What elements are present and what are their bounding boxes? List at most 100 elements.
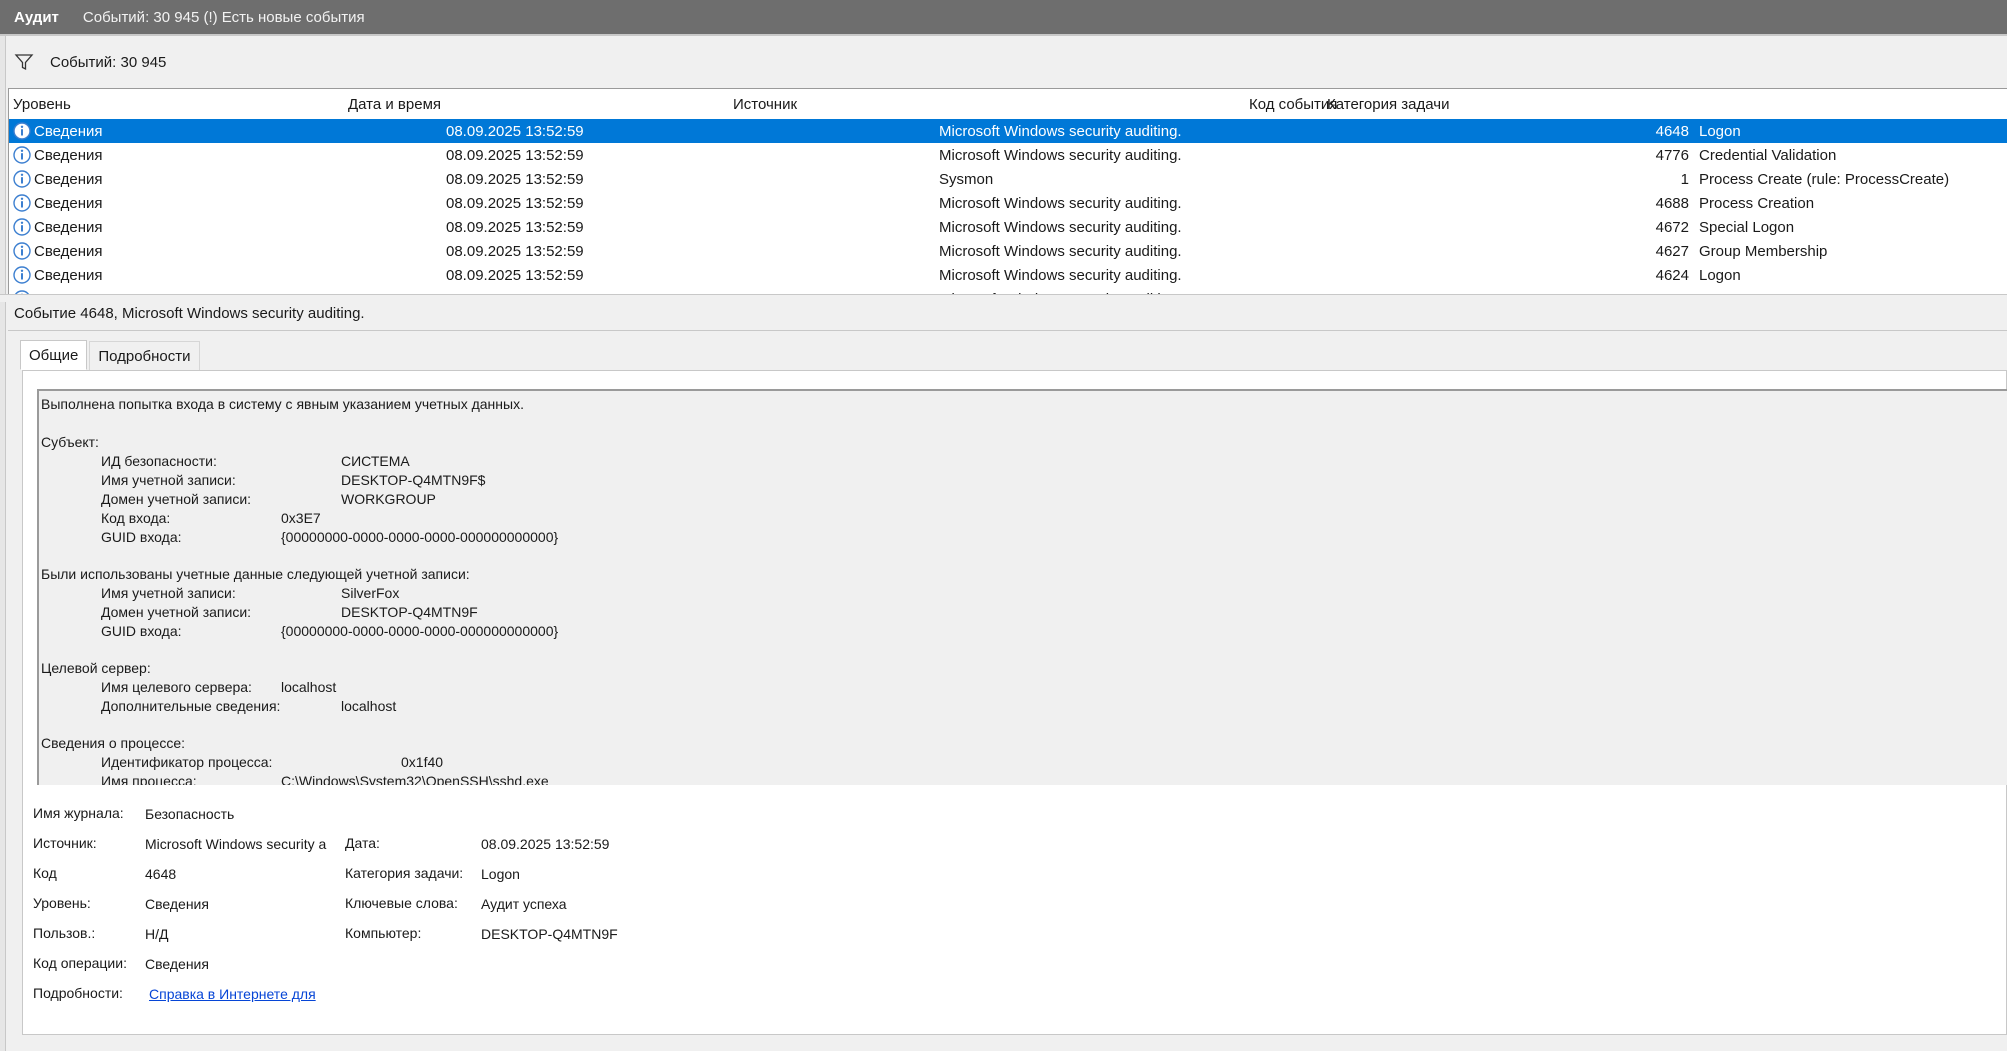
target-name-value: localhost [281, 679, 337, 695]
table-row[interactable]: Сведения08.09.2025 13:52:59Microsoft Win… [9, 287, 2007, 294]
event-detail-title: Событие 4648, Microsoft Windows security… [14, 305, 365, 322]
event-message[interactable]: Выполнена попытка входа в систему с явны… [37, 389, 2007, 785]
message-intro: Выполнена попытка входа в систему с явны… [41, 396, 524, 412]
table-header: Уровень Дата и время Источник Код событи… [9, 89, 2007, 119]
event-code-cell: 4627 [1655, 242, 1689, 260]
level-cell: Сведения [13, 170, 103, 188]
creds-domain-label: Домен учетной записи: [101, 604, 252, 620]
level-text: Сведения [34, 218, 103, 236]
source-label: Источник: [33, 835, 97, 851]
source-value[interactable]: Microsoft Windows security a [145, 836, 329, 852]
task-category-cell: Special Logon [1699, 218, 1795, 236]
source-cell: Microsoft Windows security auditing. [939, 194, 1182, 212]
subject-account-value: DESKTOP-Q4MTN9F$ [341, 472, 486, 488]
table-row[interactable]: Сведения08.09.2025 13:52:59Microsoft Win… [9, 191, 2007, 215]
creds-guid-label: GUID входа: [101, 623, 182, 639]
creds-account-label: Имя учетной записи: [101, 585, 236, 601]
code-value[interactable]: 4648 [145, 866, 176, 882]
task-category-label: Категория задачи: [345, 865, 464, 881]
date-cell: 08.09.2025 13:52:59 [446, 266, 584, 284]
event-code-cell: 4776 [1655, 146, 1689, 164]
user-value[interactable]: Н/Д [145, 926, 168, 942]
column-header-source[interactable]: Источник [733, 96, 797, 113]
level-value[interactable]: Сведения [145, 896, 209, 912]
log-name-value[interactable]: Безопасность [145, 806, 234, 822]
tab-general[interactable]: Общие [20, 340, 88, 370]
table-row[interactable]: Сведения08.09.2025 13:52:59Microsoft Win… [9, 119, 2007, 143]
table-row[interactable]: Сведения08.09.2025 13:52:59Microsoft Win… [9, 143, 2007, 167]
table-row[interactable]: Сведения08.09.2025 13:52:59Microsoft Win… [9, 239, 2007, 263]
filter-icon[interactable] [14, 52, 34, 72]
process-name-value: C:\Windows\System32\OpenSSH\sshd.exe [281, 773, 549, 785]
column-header-date[interactable]: Дата и время [348, 96, 441, 113]
target-extra-label: Дополнительные сведения: [101, 698, 281, 714]
target-extra-value: localhost [341, 698, 397, 714]
task-category-cell: Credential Validation [1699, 146, 1837, 164]
creds-domain-value: DESKTOP-Q4MTN9F [341, 604, 478, 620]
column-header-category[interactable]: Категория задачи [1327, 96, 1449, 113]
level-text: Сведения [34, 266, 103, 284]
events-table[interactable]: Уровень Дата и время Источник Код событи… [8, 88, 2007, 294]
subject-domain-value: WORKGROUP [341, 491, 436, 507]
source-cell: Sysmon [939, 170, 994, 188]
event-code-cell: 4624 [1655, 266, 1689, 284]
level-cell: Сведения [13, 266, 103, 284]
info-icon [13, 170, 31, 188]
opcode-value[interactable]: Сведения [145, 956, 209, 972]
date-cell: 08.09.2025 13:52:59 [446, 194, 584, 212]
subject-logon-id-value: 0x3E7 [281, 510, 321, 526]
creds-guid-value: {00000000-0000-0000-0000-000000000000} [281, 623, 559, 639]
info-icon [13, 242, 31, 260]
table-row[interactable]: Сведения08.09.2025 13:52:59Microsoft Win… [9, 263, 2007, 287]
date-label: Дата: [345, 835, 380, 851]
level-cell: Сведения [13, 218, 103, 236]
creds-header: Были использованы учетные данные следующ… [41, 566, 470, 582]
subject-logon-id-label: Код входа: [101, 510, 171, 526]
general-tab-panel: Выполнена попытка входа в систему с явны… [22, 370, 2007, 1035]
task-category-cell: Group Membership [1699, 242, 1828, 260]
info-icon [13, 266, 31, 284]
event-code-cell: 4648 [1655, 122, 1689, 140]
info-icon [13, 194, 31, 212]
source-cell: Microsoft Windows security auditing. [939, 242, 1182, 260]
process-id-value: 0x1f40 [401, 754, 444, 770]
source-cell: Microsoft Windows security auditing. [939, 122, 1182, 140]
info-icon [13, 146, 31, 164]
level-text: Сведения [34, 242, 103, 260]
online-help-link[interactable]: Справка в Интернете для [149, 986, 316, 1002]
process-name-label: Имя процесса: [101, 773, 197, 785]
date-value[interactable]: 08.09.2025 13:52:59 [481, 836, 609, 852]
level-cell: Сведения [13, 122, 103, 140]
column-header-level[interactable]: Уровень [13, 96, 71, 113]
window-left-edge [0, 36, 6, 1051]
level-text: Сведения [34, 170, 103, 188]
task-category-cell: Process Create (rule: ProcessCreate) [1699, 170, 1950, 188]
process-id-label: Идентификатор процесса: [101, 754, 273, 770]
task-category-value[interactable]: Logon [481, 866, 520, 882]
source-cell: Microsoft Windows security auditing. [939, 146, 1182, 164]
tab-details[interactable]: Подробности [89, 341, 200, 370]
opcode-label: Код операции: [33, 955, 127, 971]
subject-sid-value: СИСТЕМА [341, 453, 410, 469]
level-cell: Сведения [13, 242, 103, 260]
pane-splitter[interactable] [0, 294, 2007, 302]
target-header: Целевой сервер: [41, 660, 151, 676]
subject-guid-label: GUID входа: [101, 529, 182, 545]
app-name: Аудит [14, 8, 59, 26]
process-header: Сведения о процессе: [41, 735, 185, 751]
keywords-value[interactable]: Аудит успеха [481, 896, 567, 912]
log-name-label: Имя журнала: [33, 805, 124, 821]
table-row[interactable]: Сведения08.09.2025 13:52:59Microsoft Win… [9, 215, 2007, 239]
subject-sid-label: ИД безопасности: [101, 453, 217, 469]
column-header-code[interactable]: Код события [1249, 96, 1337, 113]
event-code-cell: 4672 [1655, 218, 1689, 236]
title-description: Событий: 30 945 (!) Есть новые события [82, 8, 365, 26]
code-label: Код [33, 865, 57, 881]
level-text: Сведения [34, 122, 103, 140]
level-cell: Сведения [13, 146, 103, 164]
level-text: Сведения [34, 146, 103, 164]
event-code-cell: 1 [1680, 170, 1689, 188]
creds-account-value: SilverFox [341, 585, 400, 601]
table-row[interactable]: Сведения 08.09.2025 13:52:59 Sysmon 1 Proces… [9, 167, 2007, 191]
computer-value[interactable]: DESKTOP-Q4MTN9F [481, 926, 618, 942]
